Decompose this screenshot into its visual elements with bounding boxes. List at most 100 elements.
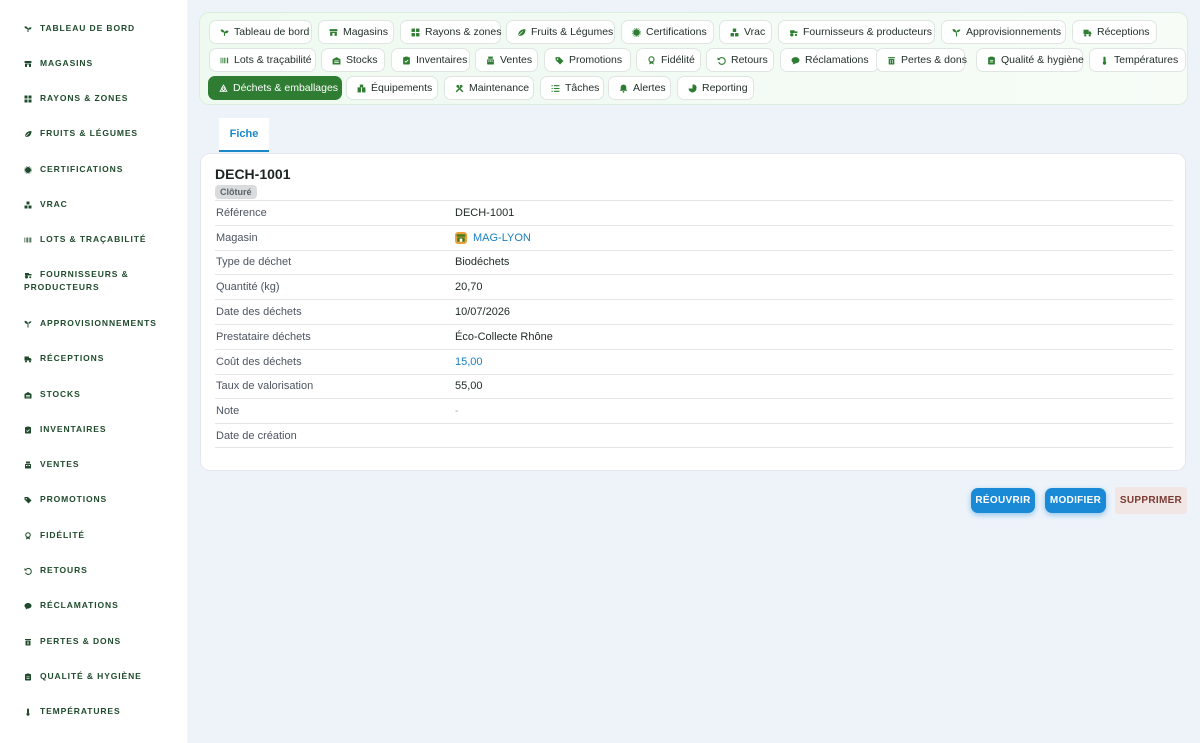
reopen-button[interactable]: RÉOUVRIR: [971, 488, 1035, 513]
nav-pill-pie-chart[interactable]: Reporting: [677, 76, 754, 100]
field-value-text: 20,70: [455, 281, 483, 294]
nav-pill-equipment[interactable]: Équipements: [346, 76, 438, 100]
cash-register-icon: [24, 461, 32, 469]
nav-pill-thermometer[interactable]: Températures: [1089, 48, 1186, 72]
field-value[interactable]: MAG-LYON: [455, 231, 1173, 244]
sidebar-item-ventes[interactable]: VENTES: [24, 458, 184, 471]
nav-pill-trash[interactable]: Pertes & dons: [876, 48, 967, 72]
sidebar-item-qualit-hygi-ne[interactable]: QUALITÉ & HYGIÈNE: [24, 670, 184, 683]
nav-pill-label: Fruits & Légumes: [531, 26, 614, 38]
sidebar-item-tableau-de-bord[interactable]: TABLEAU DE BORD: [24, 22, 184, 35]
sidebar-item-r-clamations[interactable]: RÉCLAMATIONS: [24, 599, 184, 612]
nav-pill-clipboard[interactable]: Inventaires: [391, 48, 470, 72]
comment-icon: [791, 56, 800, 65]
record-card: DECH-1001 Clôturé Référence DECH-1001 Maga…: [200, 153, 1186, 471]
sidebar-item-stocks[interactable]: STOCKS: [24, 388, 184, 401]
sidebar-item-lots-tra-abilit[interactable]: LOTS & TRAÇABILITÉ: [24, 233, 184, 246]
sidebar-item-label: INVENTAIRES: [40, 424, 107, 434]
sidebar-item-label: VRAC: [40, 199, 68, 209]
nav-pill-tractor[interactable]: Fournisseurs & producteurs: [778, 20, 935, 44]
boxes-icon: [24, 201, 32, 209]
certificate-icon: [24, 165, 32, 174]
sidebar-item-label-line2[interactable]: PRODUCTEURS: [24, 281, 184, 294]
nav-pill-bell[interactable]: Alertes: [608, 76, 671, 100]
nav-pill-clipboard-check[interactable]: Qualité & hygiène: [976, 48, 1084, 72]
sidebar-item-inventaires[interactable]: INVENTAIRES: [24, 423, 184, 436]
field-label: Taux de valorisation: [216, 380, 314, 393]
store-icon: [24, 60, 32, 68]
sidebar-item-r-ceptions[interactable]: RÉCEPTIONS: [24, 352, 184, 365]
sidebar-item-retours[interactable]: RETOURS: [24, 564, 184, 577]
equipment-icon: [357, 84, 366, 93]
field-value: Éco-Collecte Rhône: [455, 331, 1173, 343]
field-value-text[interactable]: MAG-LYON: [473, 232, 531, 244]
nav-pill-cash-register[interactable]: Ventes: [475, 48, 538, 72]
tab-fiche[interactable]: Fiche: [219, 118, 269, 152]
award-icon: [24, 531, 32, 540]
sidebar-item-magasins[interactable]: MAGASINS: [24, 57, 184, 70]
nav-pill-award[interactable]: Fidélité: [636, 48, 701, 72]
nav-pill-leaf[interactable]: Fruits & Légumes: [506, 20, 615, 44]
sidebar-item-label: RÉCEPTIONS: [40, 353, 105, 363]
nav-pill-label: Températures: [1114, 54, 1179, 66]
nav-pill-boxes[interactable]: Vrac: [719, 20, 772, 44]
sidebar-item-pertes-dons[interactable]: PERTES & DONS: [24, 635, 184, 648]
sidebar-item-label: VENTES: [40, 459, 80, 469]
sidebar-item-rayons-zones[interactable]: RAYONS & ZONES: [24, 92, 184, 105]
nav-pill-truck[interactable]: Réceptions: [1072, 20, 1157, 44]
nav-pill-label: Approvisionnements: [966, 26, 1062, 38]
nav-pill-label: Pertes & dons: [901, 54, 967, 66]
detail-row: Type de déchet Biodéchets: [215, 249, 1173, 275]
nav-pill-label: Réceptions: [1097, 26, 1150, 38]
warehouse-icon: [332, 56, 341, 65]
truck-icon: [24, 355, 32, 363]
leaf-icon: [24, 130, 32, 138]
nav-pill-sprout[interactable]: Tableau de bord: [209, 20, 312, 44]
edit-button[interactable]: MODIFIER: [1045, 488, 1106, 513]
field-value[interactable]: 15,00: [455, 356, 1173, 368]
sidebar-item-approvisionnements[interactable]: APPROVISIONNEMENTS: [24, 317, 184, 330]
field-label: Date de création: [216, 429, 297, 442]
nav-pill-certificate[interactable]: Certifications: [621, 20, 714, 44]
nav-pill-label: Reporting: [702, 82, 748, 94]
undo-icon: [24, 567, 32, 575]
sidebar-item-certifications[interactable]: CERTIFICATIONS: [24, 163, 184, 176]
thermometer-icon: [1100, 56, 1109, 65]
sidebar-item-fournisseurs[interactable]: FOURNISSEURS &: [24, 268, 184, 281]
nav-pill-store[interactable]: Magasins: [318, 20, 394, 44]
nav-pill-comment[interactable]: Réclamations: [780, 48, 879, 72]
field-label: Référence: [216, 206, 267, 219]
nav-pill-list[interactable]: Tâches: [540, 76, 604, 100]
grid-icon: [411, 28, 420, 37]
seedling-icon: [952, 28, 961, 37]
sidebar-item-fruits-l-gumes[interactable]: FRUITS & LÉGUMES: [24, 127, 184, 140]
sidebar-item-temp-ratures[interactable]: TEMPÉRATURES: [24, 705, 184, 718]
nav-pill-recycle[interactable]: Déchets & emballages: [208, 76, 342, 100]
seedling-icon: [24, 320, 32, 328]
nav-pill-seedling[interactable]: Approvisionnements: [941, 20, 1066, 44]
nav-pill-grid[interactable]: Rayons & zones: [400, 20, 501, 44]
nav-pill-label: Lots & traçabilité: [234, 54, 312, 66]
award-icon: [647, 55, 656, 65]
clipboard-icon: [402, 56, 411, 65]
recycle-icon: [219, 83, 228, 93]
sidebar-item-label: TABLEAU DE BORD: [40, 23, 136, 33]
nav-pill-label: Équipements: [371, 82, 433, 94]
nav-pill-undo[interactable]: Retours: [706, 48, 774, 72]
grid-icon: [24, 95, 32, 103]
sidebar-item-label: MAGASINS: [40, 58, 94, 68]
field-value: Biodéchets: [455, 256, 1173, 268]
sidebar-item-vrac[interactable]: VRAC: [24, 198, 184, 211]
sidebar-item-fid-lit[interactable]: FIDÉLITÉ: [24, 529, 184, 542]
nav-pill-barcode[interactable]: Lots & traçabilité: [209, 48, 316, 72]
sidebar-item-label: RÉCLAMATIONS: [40, 600, 119, 610]
sidebar-item-promotions[interactable]: PROMOTIONS: [24, 493, 184, 506]
delete-button[interactable]: SUPPRIMER: [1115, 487, 1187, 514]
detail-table: Référence DECH-1001 Magasin MAG-LYON Type de…: [215, 200, 1173, 448]
nav-pill-warehouse[interactable]: Stocks: [321, 48, 385, 72]
nav-pill-label: Ventes: [500, 54, 533, 66]
nav-pill-tag[interactable]: Promotions: [544, 48, 631, 72]
detail-row: Quantité (kg) 20,70: [215, 274, 1173, 299]
field-value-text[interactable]: 15,00: [455, 356, 483, 368]
nav-pill-tools[interactable]: Maintenance: [444, 76, 534, 100]
